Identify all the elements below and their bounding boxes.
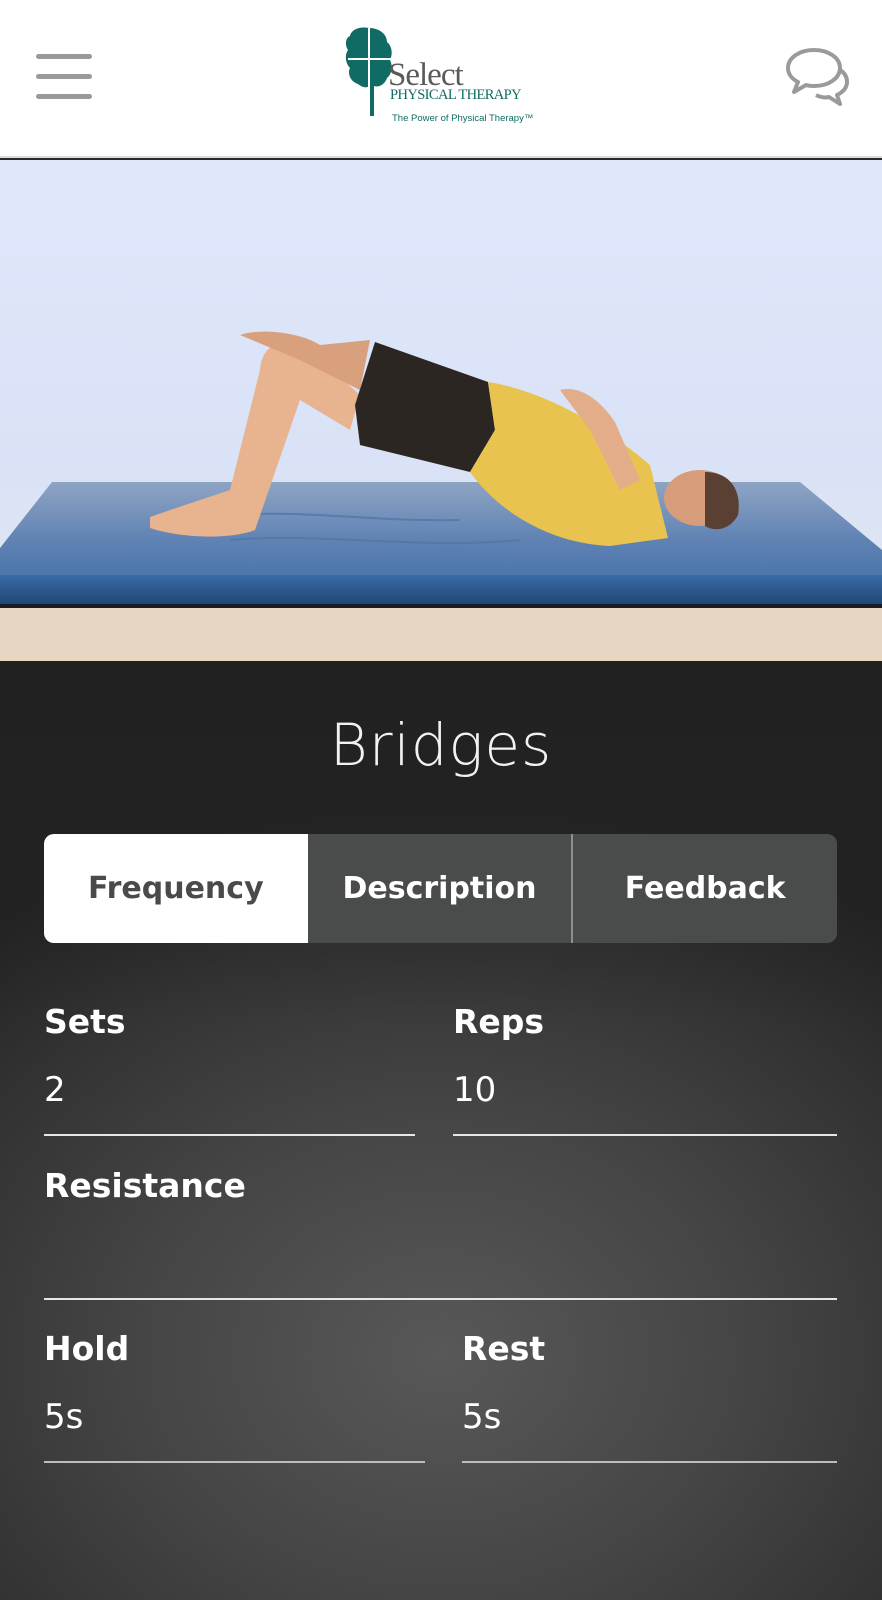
app-header: Select PHYSICAL THERAPY The Power of Phy… xyxy=(0,0,882,158)
sets-value[interactable]: 2 xyxy=(44,1073,415,1107)
logo-subtitle-text: PHYSICAL THERAPY xyxy=(390,87,522,103)
tab-description[interactable]: Description xyxy=(307,834,572,943)
sets-label: Sets xyxy=(44,1002,126,1041)
rest-value[interactable]: 5s xyxy=(462,1400,837,1434)
exercise-detail-panel: Bridges Frequency Description Feedback S… xyxy=(0,661,882,1600)
resistance-label: Resistance xyxy=(44,1166,246,1205)
reps-field: Reps 10 xyxy=(453,1005,837,1136)
tab-feedback[interactable]: Feedback xyxy=(571,834,837,943)
menu-bar xyxy=(36,74,92,79)
hold-label: Hold xyxy=(44,1329,130,1368)
exercise-video-frame xyxy=(0,331,882,661)
logo-tagline: The Power of Physical Therapy™ xyxy=(392,113,534,124)
detail-tabs: Frequency Description Feedback xyxy=(44,834,837,943)
tree-logo-icon xyxy=(345,27,393,117)
sets-field: Sets 2 xyxy=(44,1005,415,1136)
app: Select PHYSICAL THERAPY The Power of Phy… xyxy=(0,0,882,1600)
reps-value[interactable]: 10 xyxy=(453,1073,837,1107)
menu-bar xyxy=(36,54,92,59)
hamburger-menu-icon[interactable] xyxy=(34,52,94,102)
hold-value[interactable]: 5s xyxy=(44,1400,425,1434)
hold-field: Hold 5s xyxy=(44,1332,425,1463)
reps-label: Reps xyxy=(453,1002,545,1041)
menu-bar xyxy=(36,94,92,99)
chat-bubbles-icon[interactable] xyxy=(784,46,850,108)
brand-logo: Select PHYSICAL THERAPY The Power of Phy… xyxy=(345,26,535,131)
resistance-field: Resistance xyxy=(44,1169,837,1300)
exercise-video[interactable] xyxy=(0,160,882,661)
rest-field: Rest 5s xyxy=(462,1332,837,1463)
exercise-title: Bridges xyxy=(329,711,553,779)
rest-label: Rest xyxy=(462,1329,546,1368)
tab-frequency[interactable]: Frequency xyxy=(44,834,308,943)
